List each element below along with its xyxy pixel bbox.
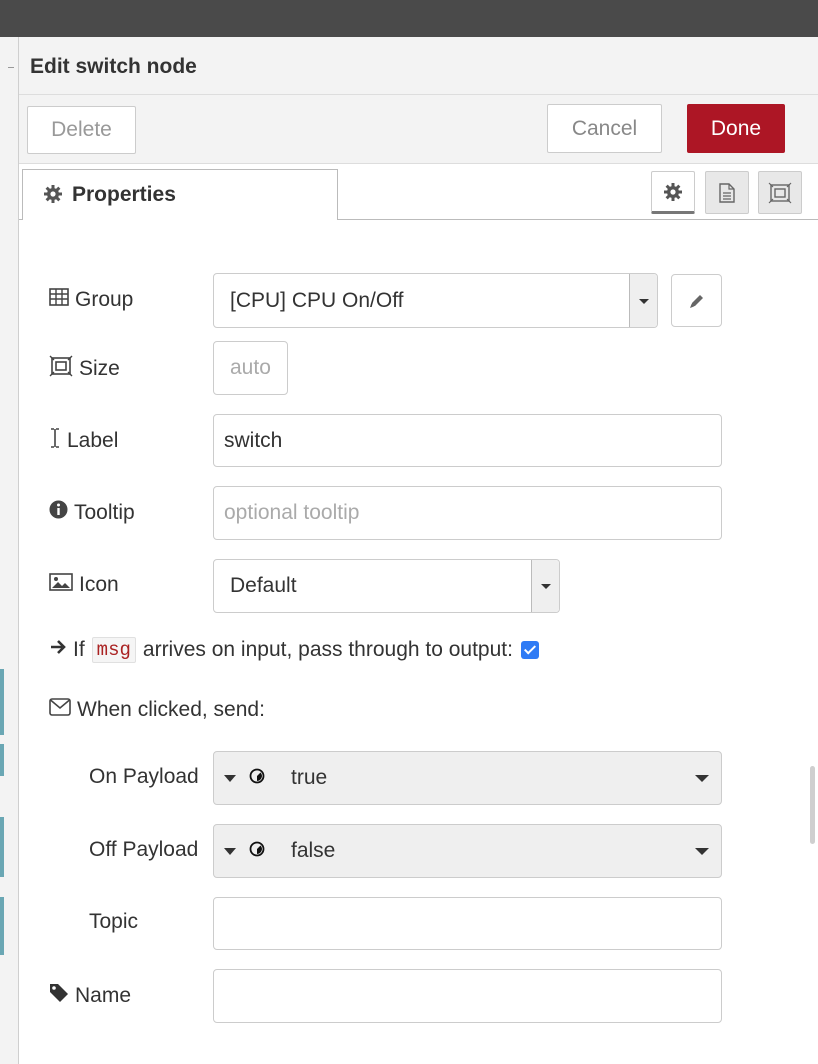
name-row-label: Name: [49, 983, 131, 1009]
tooltip-row-label: Tooltip: [49, 500, 135, 525]
chevron-down-icon: [531, 560, 559, 612]
arrow-right-icon: [49, 638, 73, 662]
when-clicked-label: When clicked, send:: [77, 698, 265, 721]
icon-select[interactable]: Default: [213, 559, 560, 613]
done-button[interactable]: Done: [687, 104, 785, 153]
when-clicked-row: When clicked, send:: [49, 698, 265, 722]
name-label: Name: [75, 984, 132, 1007]
size-label: Size: [79, 357, 120, 380]
info-icon: [49, 500, 74, 525]
workspace-edge-node: [0, 817, 4, 877]
tooltip-input[interactable]: optional tooltip: [213, 486, 722, 540]
text-cursor-icon: [49, 427, 67, 455]
workspace-edge-node: [0, 744, 4, 776]
on-payload-label: On Payload: [89, 765, 199, 788]
workspace-edge-node: [0, 669, 4, 735]
label-row-label: Label: [49, 427, 118, 455]
passthrough-row: If msg arrives on input, pass through to…: [49, 637, 539, 663]
group-select-value: [CPU] CPU On/Off: [230, 288, 404, 312]
tooltip-placeholder: optional tooltip: [224, 501, 360, 524]
tab-appearance-button[interactable]: [758, 171, 802, 214]
group-row-label: Group: [49, 288, 133, 312]
type-dropdown-icon[interactable]: [224, 775, 236, 782]
tag-icon: [49, 983, 75, 1009]
label-input-value: switch: [224, 428, 283, 452]
chevron-down-icon[interactable]: [695, 775, 709, 782]
off-payload-input[interactable]: false: [213, 824, 722, 878]
group-label: Group: [75, 288, 134, 311]
passthrough-checkbox[interactable]: [520, 641, 539, 659]
group-select[interactable]: [CPU] CPU On/Off: [213, 273, 658, 328]
table-icon: [49, 288, 75, 312]
icon-select-value: Default: [230, 574, 297, 597]
tray-title: Edit switch node: [30, 55, 197, 78]
tab-properties-label: Properties: [72, 183, 176, 206]
name-input[interactable]: [213, 969, 722, 1023]
image-icon: [49, 573, 79, 597]
tab-description-button[interactable]: [705, 171, 749, 214]
off-payload-label: Off Payload: [89, 838, 199, 861]
cancel-button[interactable]: Cancel: [547, 104, 662, 153]
label-label: Label: [67, 429, 119, 452]
on-payload-input[interactable]: true: [213, 751, 722, 805]
label-input[interactable]: switch: [213, 414, 722, 467]
tooltip-label: Tooltip: [74, 500, 135, 524]
on-payload-value: true: [291, 766, 328, 789]
tab-properties[interactable]: Properties: [22, 169, 338, 220]
msg-code: msg: [91, 637, 136, 663]
gear-icon: [43, 184, 63, 209]
workspace-edge-node: [0, 897, 4, 955]
scrollbar-thumb[interactable]: [810, 766, 815, 844]
passthrough-prefix: If: [73, 638, 85, 661]
editor-top-bar: [0, 0, 818, 37]
size-row-label: Size: [49, 355, 120, 383]
delete-button[interactable]: Delete: [27, 106, 136, 154]
edit-tray: Edit switch node Delete Cancel Done Prop…: [19, 37, 818, 1064]
boolean-type-icon: [249, 766, 265, 790]
topic-input[interactable]: [213, 897, 722, 950]
topic-label: Topic: [89, 910, 139, 933]
type-dropdown-icon[interactable]: [224, 848, 236, 855]
workspace-edge-mark: [8, 67, 14, 68]
resize-icon: [49, 355, 79, 383]
size-placeholder: auto: [230, 356, 271, 379]
icon-row-label: Icon: [49, 573, 119, 597]
size-button[interactable]: auto: [213, 341, 288, 395]
edit-group-button[interactable]: [671, 274, 722, 327]
chevron-down-icon[interactable]: [695, 848, 709, 855]
tray-header: Edit switch node: [19, 37, 818, 95]
tab-settings-button[interactable]: [651, 171, 695, 214]
tab-bar: Properties: [19, 164, 818, 220]
workspace-edge: [0, 37, 19, 1064]
envelope-icon: [49, 698, 77, 722]
off-payload-value: false: [291, 839, 336, 862]
chevron-down-icon: [629, 274, 657, 327]
icon-label: Icon: [79, 573, 119, 596]
tray-toolbar: Delete Cancel Done: [19, 95, 818, 164]
passthrough-text: arrives on input, pass through to output…: [142, 638, 513, 661]
boolean-type-icon: [249, 839, 265, 863]
